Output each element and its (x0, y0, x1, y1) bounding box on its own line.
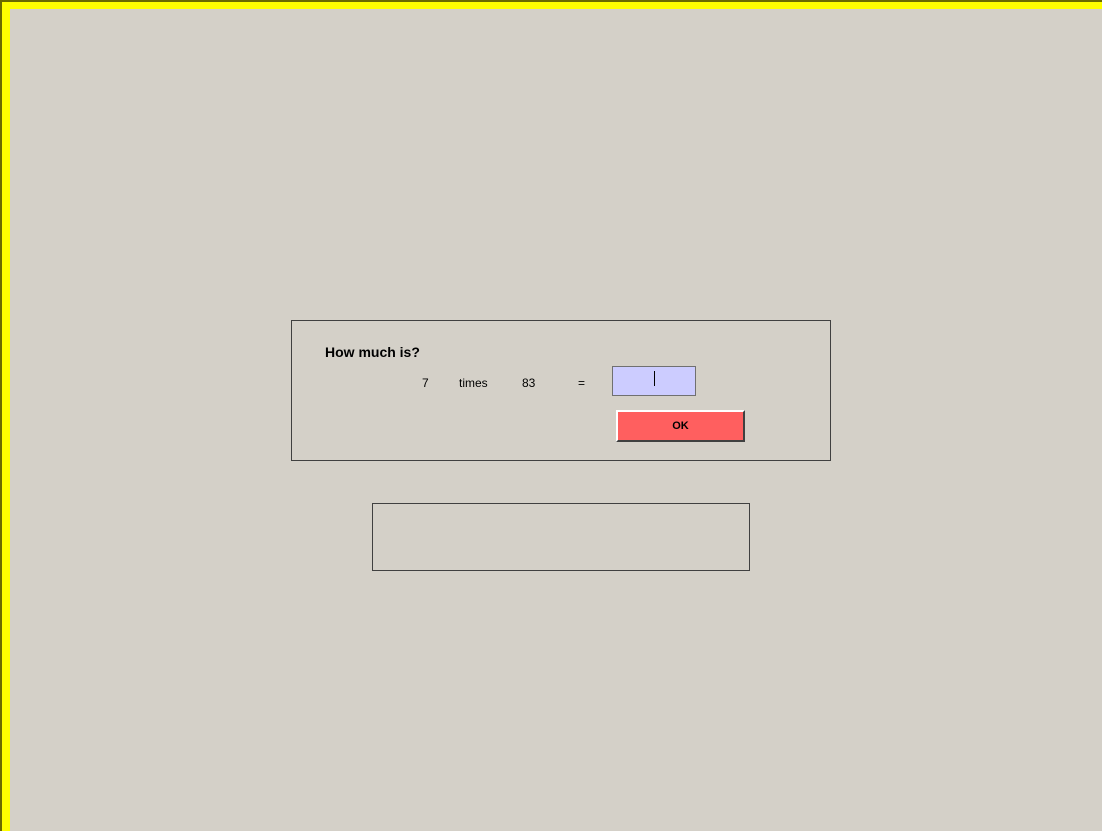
text-caret (654, 371, 655, 386)
feedback-panel (372, 503, 750, 571)
question-panel: How much is? 7 times 83 = OK (291, 320, 831, 461)
question-prompt: How much is? (325, 344, 420, 360)
quiz-canvas: How much is? 7 times 83 = OK (10, 9, 1102, 831)
window-frame: How much is? 7 times 83 = OK (0, 0, 1102, 831)
operator-label: times (459, 376, 488, 390)
first-operand: 7 (422, 376, 429, 390)
equals-sign: = (578, 376, 586, 390)
ok-button[interactable]: OK (616, 410, 745, 442)
second-operand: 83 (522, 376, 536, 390)
